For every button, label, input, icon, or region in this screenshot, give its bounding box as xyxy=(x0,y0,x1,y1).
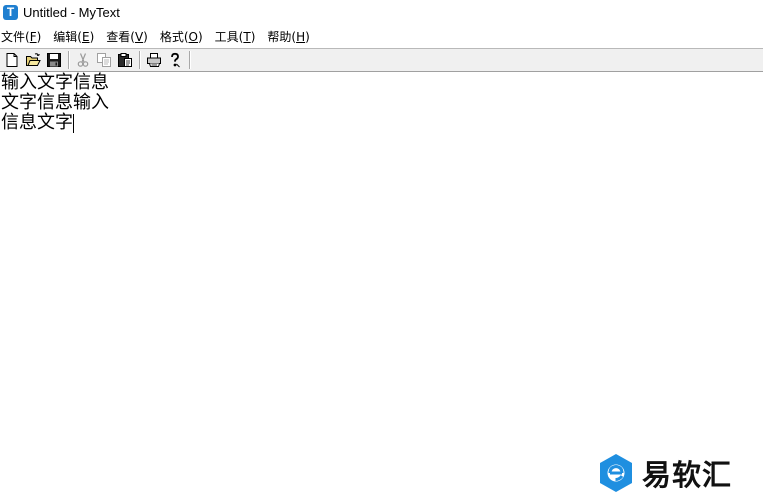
editor-line: 文字信息输入 xyxy=(1,92,109,113)
help-button[interactable] xyxy=(165,50,185,70)
menu-file-label: 文件( xyxy=(1,30,30,44)
menu-help[interactable]: 帮助(H) xyxy=(266,27,316,47)
app-icon[interactable]: T xyxy=(3,5,18,20)
open-folder-icon xyxy=(26,53,41,66)
menu-help-accel: H xyxy=(296,30,306,44)
cut-scissors-icon xyxy=(77,53,89,67)
print-icon xyxy=(147,53,161,67)
toolbar-separator xyxy=(189,51,191,69)
watermark: 易软汇 xyxy=(597,453,732,493)
menu-format-label: 格式( xyxy=(159,30,189,44)
editor-line: 输入文字信息 xyxy=(1,72,109,93)
yiruanhui-logo-icon xyxy=(600,454,632,492)
editor-line-current: 信息文字 xyxy=(0,113,763,133)
menu-tools-label: 工具( xyxy=(214,30,244,44)
text-caret xyxy=(73,114,74,133)
new-document-button[interactable] xyxy=(2,50,22,70)
new-document-icon xyxy=(6,53,18,67)
toolbar xyxy=(0,48,763,72)
menu-file-accel: F xyxy=(29,30,37,44)
cut-button[interactable] xyxy=(73,50,93,70)
app-window: T Untitled - MyText 文件(F) 编辑(E) 查看(V) 格式… xyxy=(0,0,763,499)
menu-view-accel: V xyxy=(134,30,144,44)
menu-help-close: ) xyxy=(305,30,310,44)
menu-bar: 文件(F) 编辑(E) 查看(V) 格式(O) 工具(T) 帮助(H) xyxy=(0,27,763,47)
title-bar[interactable]: T Untitled - MyText xyxy=(0,0,763,27)
help-icon xyxy=(171,52,180,68)
menu-edit-close: ) xyxy=(89,30,95,44)
copy-icon xyxy=(97,53,111,67)
window-title: Untitled - MyText xyxy=(23,5,120,20)
menu-file-close: ) xyxy=(36,30,42,44)
menu-tools-close: ) xyxy=(250,30,256,44)
menu-view-close: ) xyxy=(143,30,148,44)
menu-format-close: ) xyxy=(197,30,203,44)
menu-edit-accel: E xyxy=(81,30,90,44)
menu-tools-accel: T xyxy=(243,30,251,44)
text-editor-area[interactable]: 输入文字信息 文字信息输入 信息文字 xyxy=(0,73,763,499)
menu-help-label: 帮助( xyxy=(267,30,297,44)
save-button[interactable] xyxy=(44,50,64,70)
copy-button[interactable] xyxy=(94,50,114,70)
paste-icon xyxy=(118,53,132,67)
menu-edit-label: 编辑( xyxy=(53,30,82,44)
menu-view-label: 查看( xyxy=(106,30,135,44)
watermark-text: 易软汇 xyxy=(642,458,733,492)
toolbar-separator xyxy=(139,51,141,69)
menu-format[interactable]: 格式(O) xyxy=(159,27,210,47)
menu-format-accel: O xyxy=(188,30,198,44)
toolbar-separator xyxy=(68,51,70,69)
save-disk-icon xyxy=(47,53,61,67)
menu-file[interactable]: 文件(F) xyxy=(0,27,48,47)
menu-tools[interactable]: 工具(T) xyxy=(214,27,263,47)
menu-view[interactable]: 查看(V) xyxy=(105,27,155,47)
editor-line-text: 信息文字 xyxy=(1,112,73,133)
paste-button[interactable] xyxy=(115,50,135,70)
open-button[interactable] xyxy=(23,50,43,70)
menu-edit[interactable]: 编辑(E) xyxy=(52,27,101,47)
print-button[interactable] xyxy=(144,50,164,70)
